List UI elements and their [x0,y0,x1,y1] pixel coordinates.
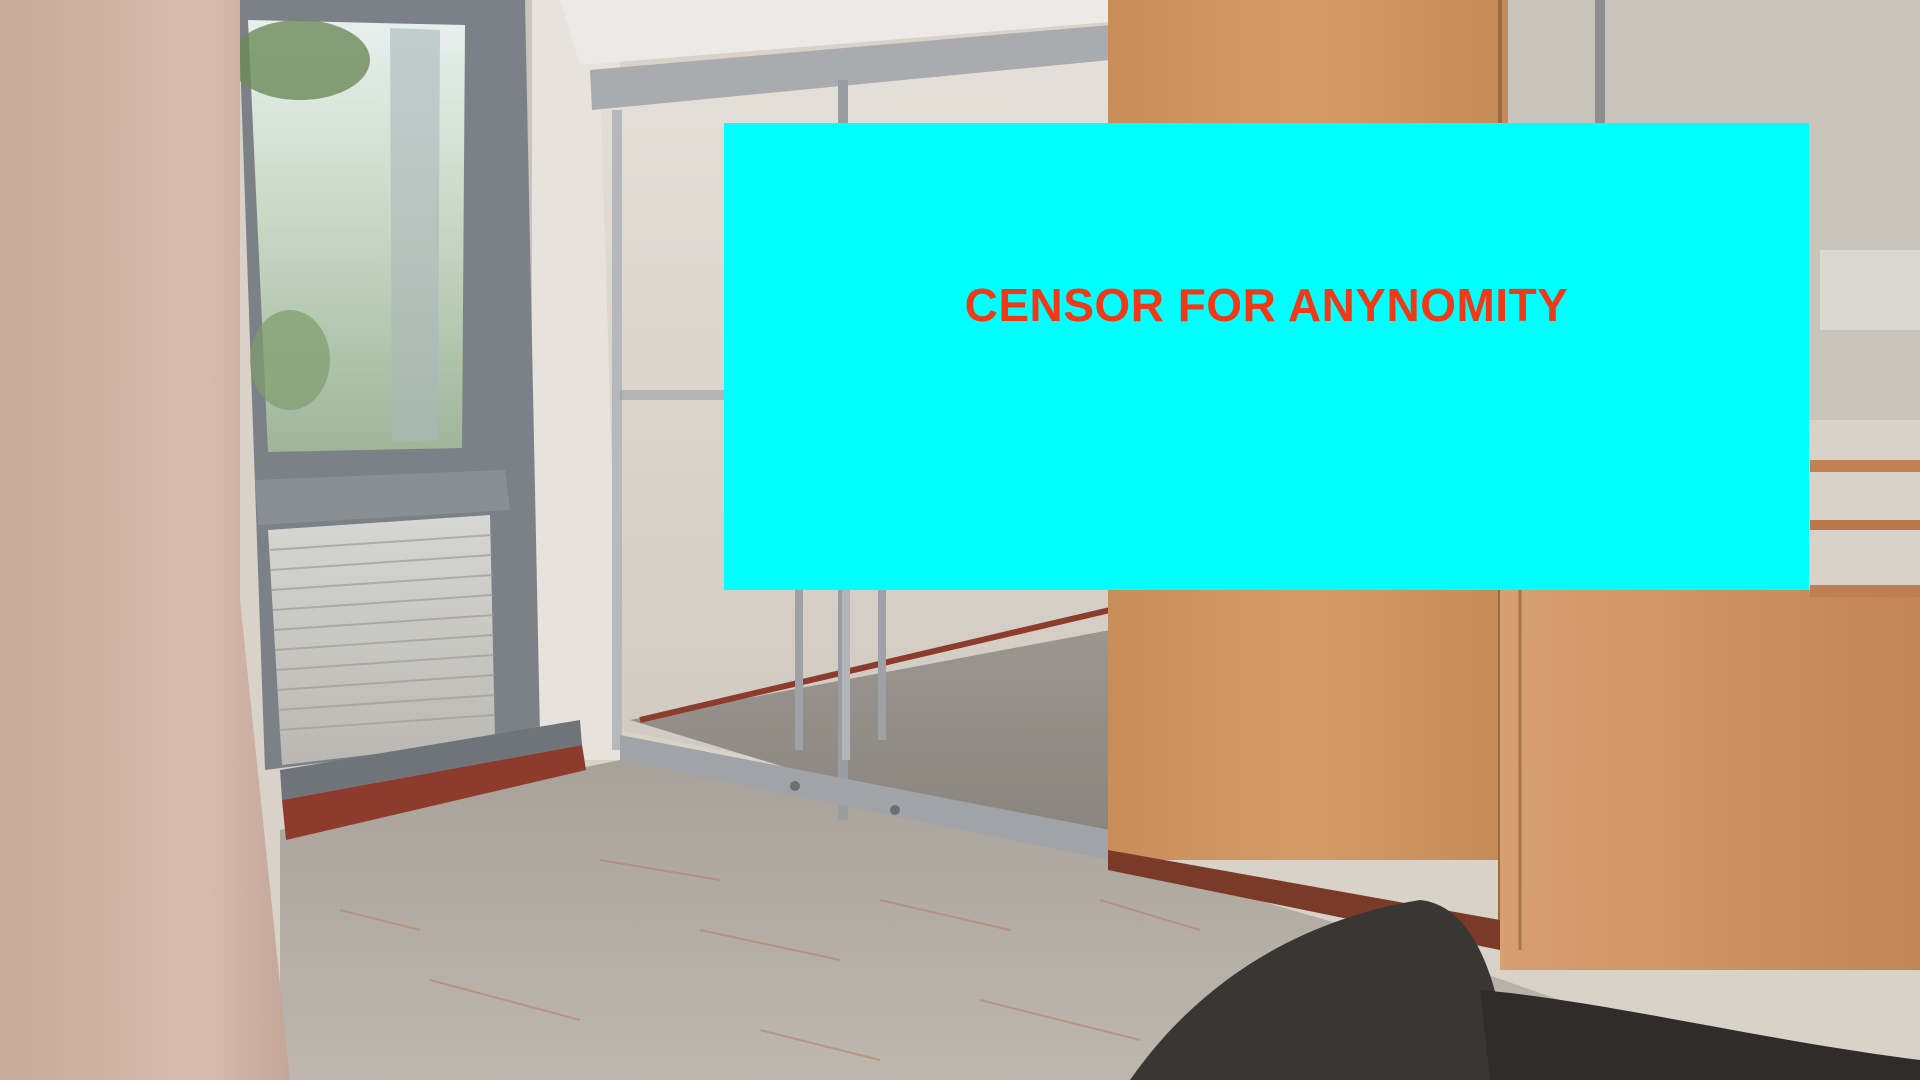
censor-overlay: CENSOR FOR ANYNOMITY [724,123,1809,590]
office-photo: CENSOR FOR ANYNOMITY [0,0,1920,1080]
censor-label: CENSOR FOR ANYNOMITY [964,278,1569,331]
